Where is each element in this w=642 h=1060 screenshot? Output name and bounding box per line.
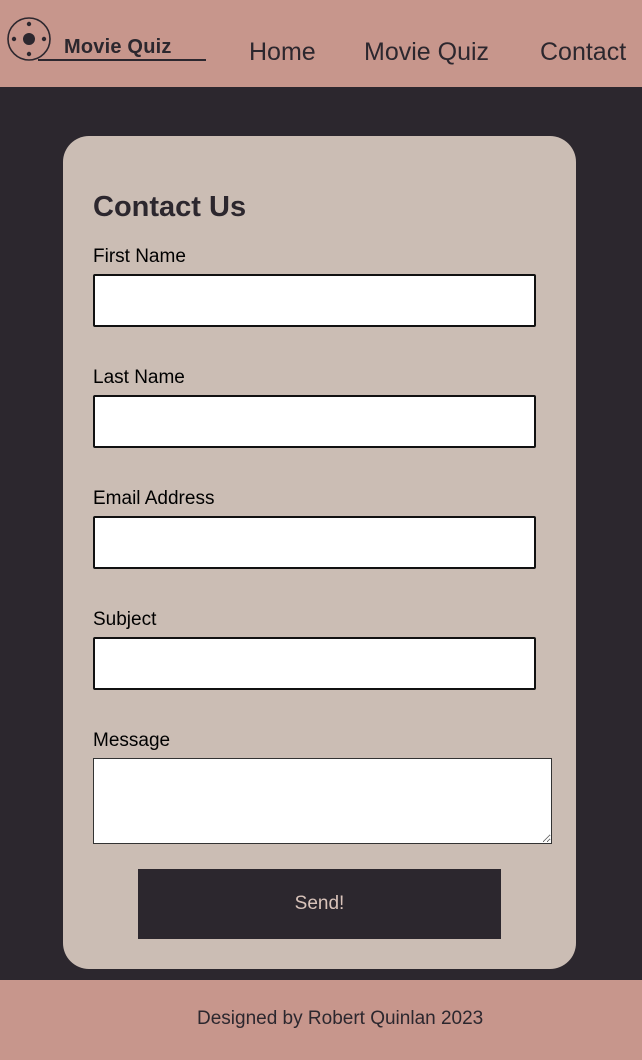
footer-credit: Designed by Robert Quinlan 2023 [197,1008,484,1029]
first-name-label: First Name [93,246,186,267]
first-name-field[interactable] [93,274,536,327]
nav-contact[interactable]: Contact [540,38,626,67]
send-button[interactable]: Send! [138,869,501,939]
message-label: Message [93,730,171,751]
contact-form-card: Contact Us First Name Last Name Email Ad… [63,136,576,969]
site-footer: Designed by Robert Quinlan 2023 [0,980,642,1060]
site-logo[interactable]: Movie Quiz [6,16,206,64]
email-label: Email Address [93,488,215,509]
site-header: Movie Quiz Home Movie Quiz Contact [0,0,642,87]
last-name-label: Last Name [93,367,185,388]
last-name-field[interactable] [93,395,536,448]
subject-field[interactable] [93,637,536,690]
logo-underline [38,59,206,61]
page-title: Contact Us [93,191,247,223]
logo-text: Movie Quiz [64,36,172,58]
film-reel-icon [7,17,51,61]
message-field[interactable] [93,758,552,844]
subject-label: Subject [93,609,157,630]
email-field[interactable] [93,516,536,569]
nav-home[interactable]: Home [249,38,316,67]
nav-movie-quiz[interactable]: Movie Quiz [364,38,489,67]
